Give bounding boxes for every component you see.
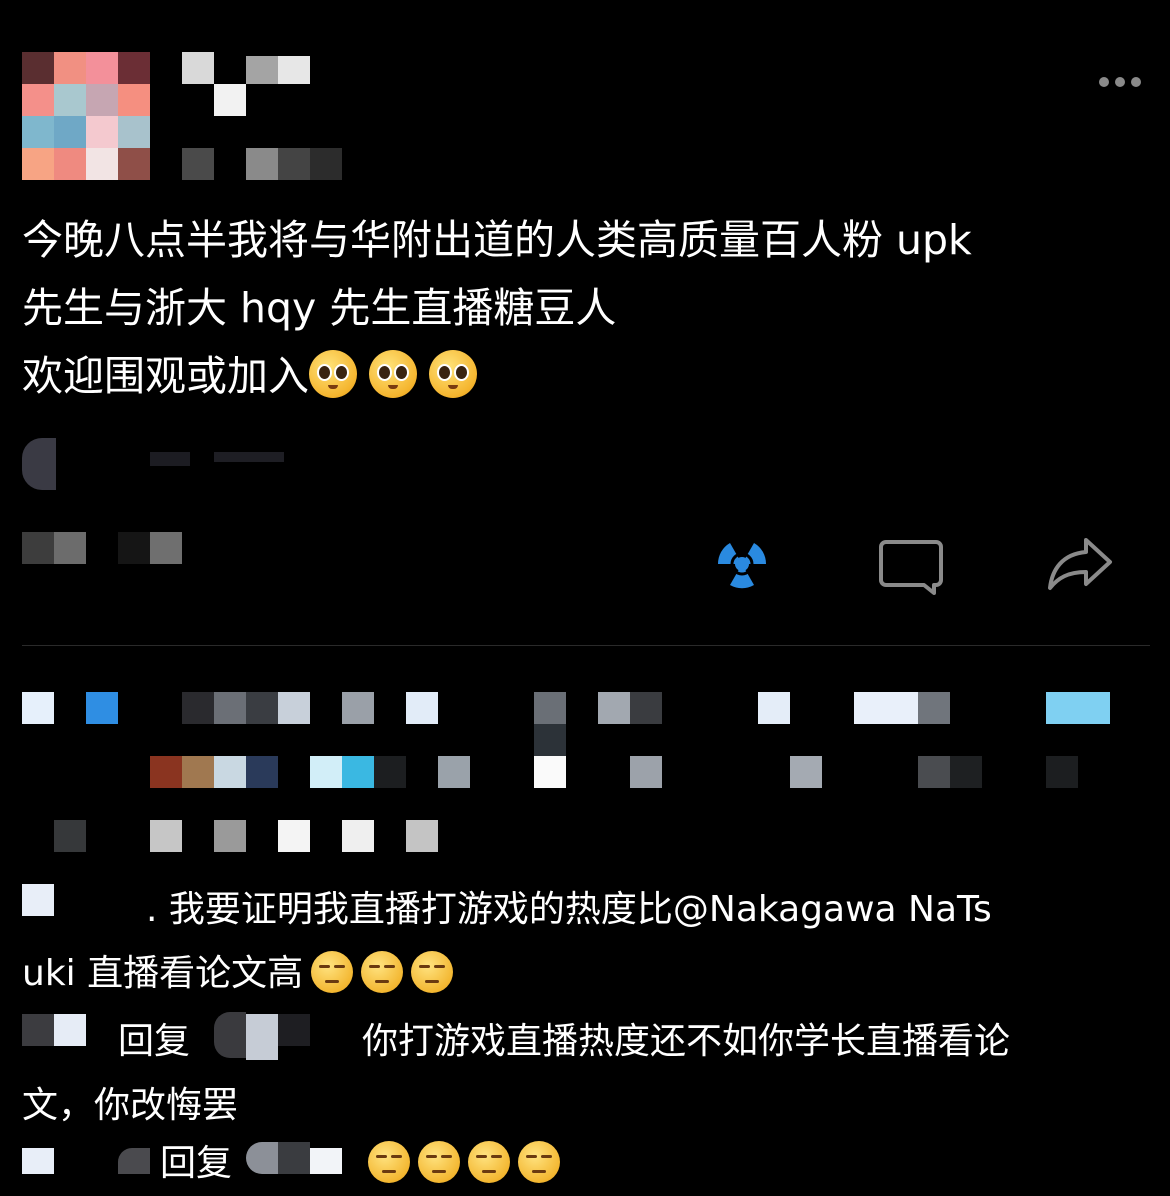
relieved-face-icon bbox=[411, 951, 454, 993]
relieved-face-icon bbox=[361, 951, 404, 993]
post-text-line-3-label: 欢迎围观或加入 bbox=[22, 352, 309, 400]
post-text-line-2: 先生与浙大 hqy 先生直播糖豆人 bbox=[22, 284, 617, 332]
pleading-face-icon bbox=[369, 350, 417, 398]
unamused-face-icon bbox=[418, 1141, 460, 1183]
post-body: 今晚八点半我将与华附出道的人类高质量百人粉 upk 先生与浙大 hqy 先生直播… bbox=[22, 206, 1152, 410]
comment-icon[interactable] bbox=[878, 538, 944, 596]
relieved-face-icon bbox=[311, 951, 354, 993]
comment-1-line-1: . 我要证明我直播打游戏的热度比@Nakagawa NaTs bbox=[146, 889, 992, 930]
unamused-face-icon bbox=[468, 1141, 510, 1183]
divider bbox=[22, 645, 1150, 646]
comment-2: 回复 你打游戏直播热度还不如你学长直播看论 文，你改悔罢 bbox=[22, 1010, 1152, 1138]
comment-1-line-2: uki 直播看论文高 bbox=[22, 942, 1152, 1006]
post-text-line-3: 欢迎围观或加入 bbox=[22, 342, 1152, 410]
pleading-face-icon bbox=[429, 350, 477, 398]
comment-2-line-1: 回复 你打游戏直播热度还不如你学长直播看论 bbox=[22, 1010, 1152, 1074]
unamused-face-icon bbox=[518, 1141, 560, 1183]
comment-2-line-2: 文，你改悔罢 bbox=[22, 1085, 239, 1126]
share-icon[interactable] bbox=[1046, 536, 1114, 592]
comment-1-line-2-text: uki 直播看论文高 bbox=[22, 953, 304, 994]
comment-2-text: 你打游戏直播热度还不如你学长直播看论 bbox=[362, 1021, 1011, 1062]
reply-label: 回复 bbox=[160, 1143, 233, 1184]
radioactive-like-icon[interactable] bbox=[710, 535, 774, 593]
comment-1: . 我要证明我直播打游戏的热度比@Nakagawa NaTs uki 直播看论文… bbox=[22, 878, 1152, 1006]
reply-label: 回复 bbox=[118, 1021, 191, 1062]
pleading-face-icon bbox=[309, 350, 357, 398]
comment-3-emoji-group bbox=[360, 1132, 560, 1196]
author-avatar[interactable] bbox=[22, 52, 150, 180]
more-icon[interactable] bbox=[1098, 74, 1142, 88]
unamused-face-icon bbox=[368, 1141, 410, 1183]
post-text-line-1: 今晚八点半我将与华附出道的人类高质量百人粉 upk bbox=[22, 216, 972, 264]
